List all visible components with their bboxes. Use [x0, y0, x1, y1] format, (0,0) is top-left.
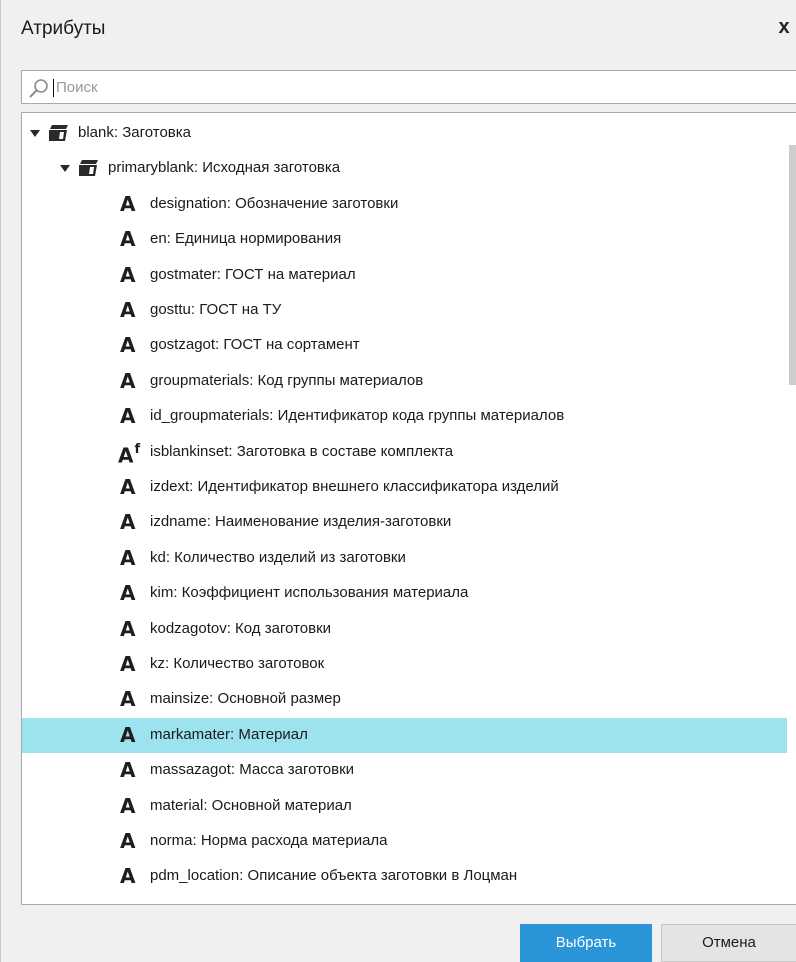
tree-item-label: markamater: Материал — [150, 725, 308, 743]
attribute-icon: A — [120, 793, 136, 818]
tree-row[interactable]: Aid_groupmaterials: Идентификатор кода г… — [22, 399, 787, 434]
attribute-icon: A — [120, 368, 136, 393]
attribute-icon: A — [120, 581, 136, 606]
tree-row[interactable]: Akodzagotov: Код заготовки — [22, 612, 787, 647]
attribute-icon: A — [120, 652, 136, 676]
group-folder-icon — [79, 160, 98, 177]
attributes-dialog: Атрибуты x blank: Заготовка primaryblank:… — [0, 0, 796, 962]
formula-attribute-icon: Af — [118, 441, 141, 468]
attribute-icon: A — [120, 475, 136, 499]
tree-item-label: norma: Норма расхода материала — [150, 832, 388, 849]
vertical-scrollbar[interactable] — [787, 113, 796, 904]
search-input[interactable] — [56, 74, 786, 100]
tree-row[interactable]: Akd: Количество изделий из заготовки — [22, 541, 787, 576]
attribute-icon: A — [120, 510, 136, 535]
tree-row[interactable]: Akz: Количество заготовок — [22, 647, 787, 682]
tree-row[interactable]: primaryblank: Исходная заготовка — [22, 151, 787, 186]
tree-row[interactable]: Agroupmaterials: Код группы материалов — [22, 364, 787, 399]
attribute-icon: A — [120, 262, 136, 287]
tree-row[interactable]: Adesignation: Обозначение заготовки — [22, 187, 787, 222]
tree-row[interactable]: Agostzagot: ГОСТ на сортамент — [22, 328, 787, 363]
tree-row[interactable]: Apdm_location: Описание объекта заготовк… — [22, 859, 787, 894]
tree-item-label: groupmaterials: Код группы материалов — [150, 371, 424, 389]
text-caret — [53, 79, 54, 97]
attribute-icon: A — [120, 829, 136, 853]
cancel-button[interactable]: Отмена — [661, 924, 796, 962]
attribute-icon: A — [120, 722, 136, 747]
attribute-icon: A — [120, 545, 136, 570]
tree-row[interactable]: Af isblankinset: Заготовка в составе комп… — [22, 435, 787, 470]
tree-row[interactable]: Akim: Коэффициент использования материал… — [22, 576, 787, 611]
tree-item-label: en: Единица нормирования — [150, 230, 342, 248]
tree-item-label: kz: Количество заготовок — [150, 655, 325, 672]
tree-item-label: gosttu: ГОСТ на ТУ — [150, 301, 282, 318]
tree-row[interactable]: Aizdname: Наименование изделия-заготовки — [22, 505, 787, 540]
tree-row[interactable]: Aen: Единица нормирования — [22, 222, 787, 257]
group-folder-icon — [49, 125, 68, 141]
tree-row[interactable]: Amaterial: Основной материал — [22, 789, 787, 824]
tree-item-label: massazagot: Масса заготовки — [150, 761, 355, 779]
attribute-icon: A — [120, 616, 136, 641]
dialog-titlebar: Атрибуты x — [1, 0, 796, 60]
tree-row[interactable]: Agostmater: ГОСТ на материал — [22, 258, 787, 293]
scrollbar-thumb[interactable] — [789, 145, 796, 385]
attribute-icon: A — [120, 758, 136, 783]
tree-item-label: izdext: Идентификатор внешнего классифик… — [150, 478, 559, 495]
tree-row[interactable]: Amainsize: Основной размер — [22, 682, 787, 717]
search-icon — [29, 79, 48, 98]
attribute-icon: A — [120, 333, 136, 358]
tree-item-label: primaryblank: Исходная заготовка — [108, 159, 341, 177]
select-button[interactable]: Выбрать — [520, 924, 652, 962]
close-icon[interactable]: x — [771, 12, 796, 42]
tree-item-label: kd: Количество изделий из заготовки — [150, 548, 406, 566]
attribute-tree: blank: Заготовка primaryblank: Исходная з… — [21, 112, 796, 905]
tree-row[interactable]: blank: Заготовка — [22, 116, 787, 151]
tree-row[interactable]: Amassazagot: Масса заготовки — [22, 753, 787, 788]
attribute-icon: A — [120, 404, 136, 429]
tree-item-label: isblankinset: Заготовка в составе компле… — [150, 442, 454, 460]
tree-item-label: pdm_location: Описание объекта заготовки… — [150, 867, 518, 885]
tree-item-label: kodzagotov: Код заготовки — [150, 619, 332, 637]
tree-row[interactable]: Aizdext: Идентификатор внешнего классифи… — [22, 470, 787, 505]
tree-item-label: kim: Коэффициент использования материала — [150, 584, 469, 602]
search-box[interactable] — [21, 70, 796, 104]
expand-arrow-icon[interactable] — [60, 165, 70, 173]
tree-item-label: gostzagot: ГОСТ на сортамент — [150, 336, 360, 354]
attribute-icon: A — [120, 227, 136, 252]
tree-item-label: material: Основной материал — [150, 796, 352, 814]
tree-row-selected[interactable]: Amarkamater: Материал — [22, 717, 787, 753]
attribute-icon: A — [120, 191, 136, 216]
tree-item-label: mainsize: Основной размер — [150, 690, 341, 708]
dialog-title: Атрибуты — [21, 18, 106, 39]
expand-arrow-icon[interactable] — [30, 130, 40, 137]
attribute-icon: A — [120, 298, 136, 322]
attribute-icon: A — [120, 687, 136, 712]
tree-row[interactable]: Anorma: Норма расхода материала — [22, 824, 787, 859]
tree-item-label: izdname: Наименование изделия-заготовки — [150, 513, 452, 531]
tree-row[interactable]: Agosttu: ГОСТ на ТУ — [22, 293, 787, 328]
tree-item-label: designation: Обозначение заготовки — [150, 194, 399, 212]
tree-item-label: blank: Заготовка — [78, 124, 191, 141]
attribute-icon: A — [120, 864, 136, 889]
tree-item-label: id_groupmaterials: Идентификатор кода гр… — [150, 407, 565, 425]
tree-item-label: gostmater: ГОСТ на материал — [150, 265, 356, 283]
